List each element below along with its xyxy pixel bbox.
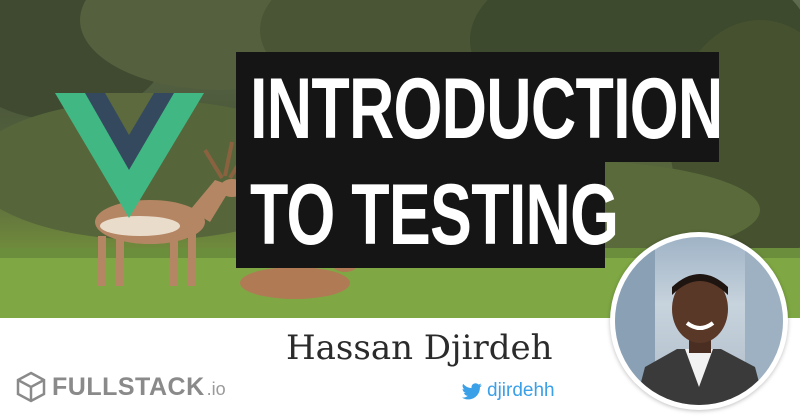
author-name: Hassan Djirdeh (286, 328, 553, 368)
brand-name: FULLSTACK (52, 372, 205, 401)
brand-tld: .io (206, 379, 226, 399)
avatar (615, 237, 783, 405)
brand-logo[interactable]: FULLSTACK .io (16, 371, 226, 403)
twitter-link[interactable]: djirdehh (462, 380, 555, 402)
page-title-line2: TO TESTING (250, 167, 619, 263)
author-portrait (615, 237, 783, 405)
fullstack-cube-icon (16, 371, 46, 403)
twitter-handle: djirdehh (487, 380, 555, 401)
page-title-line1: INTRODUCTION (250, 61, 723, 157)
twitter-bird-icon (462, 382, 482, 399)
